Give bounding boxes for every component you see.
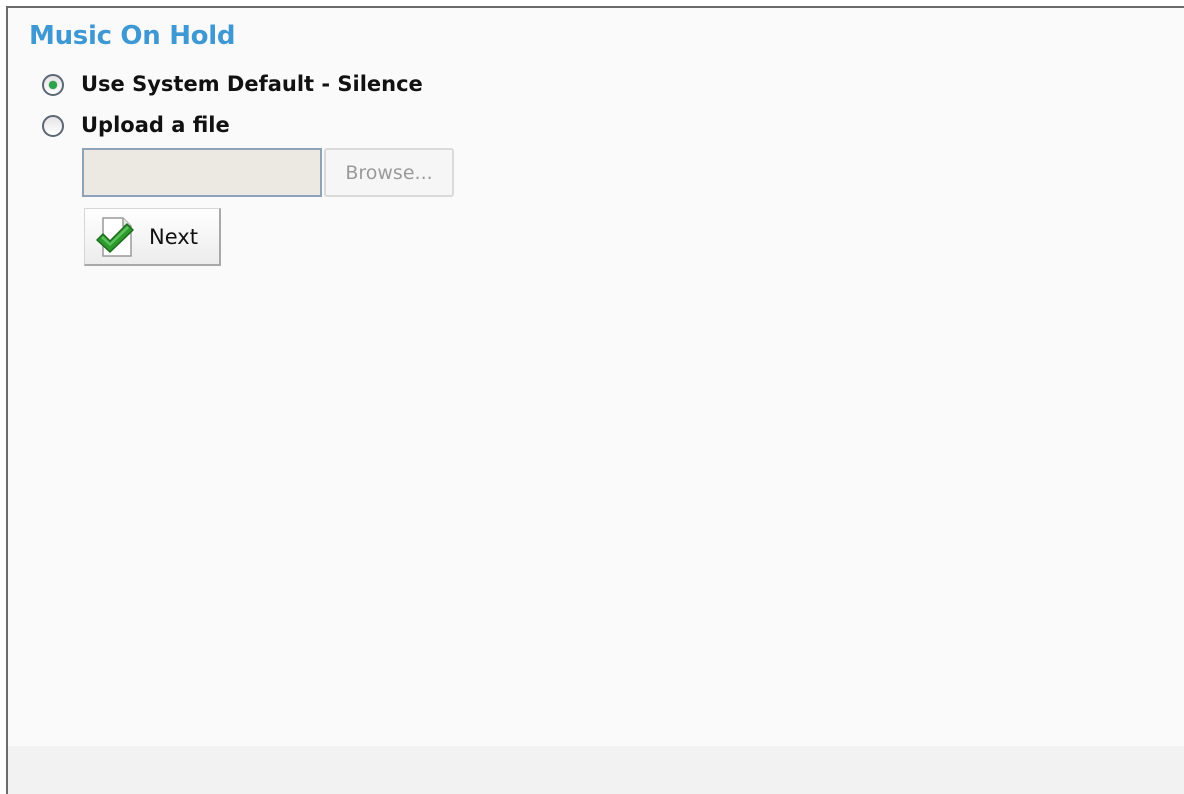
page-title: Music On Hold bbox=[29, 21, 236, 51]
footer-strip bbox=[8, 746, 1184, 794]
option-upload-file[interactable]: Upload a file bbox=[42, 110, 230, 140]
music-on-hold-panel: Music On Hold Use System Default - Silen… bbox=[6, 6, 1184, 794]
option-system-default-label[interactable]: Use System Default - Silence bbox=[81, 72, 423, 96]
radio-upload-file[interactable] bbox=[42, 115, 64, 137]
option-system-default[interactable]: Use System Default - Silence bbox=[42, 69, 423, 99]
checkmark-document-icon bbox=[96, 216, 134, 257]
next-button[interactable]: Next bbox=[84, 208, 221, 266]
next-button-label: Next bbox=[149, 224, 198, 249]
radio-selected-dot bbox=[49, 81, 57, 89]
radio-system-default[interactable] bbox=[42, 74, 64, 96]
browse-button[interactable]: Browse... bbox=[324, 148, 454, 197]
file-path-input[interactable] bbox=[82, 148, 322, 197]
option-upload-file-label[interactable]: Upload a file bbox=[81, 113, 230, 137]
